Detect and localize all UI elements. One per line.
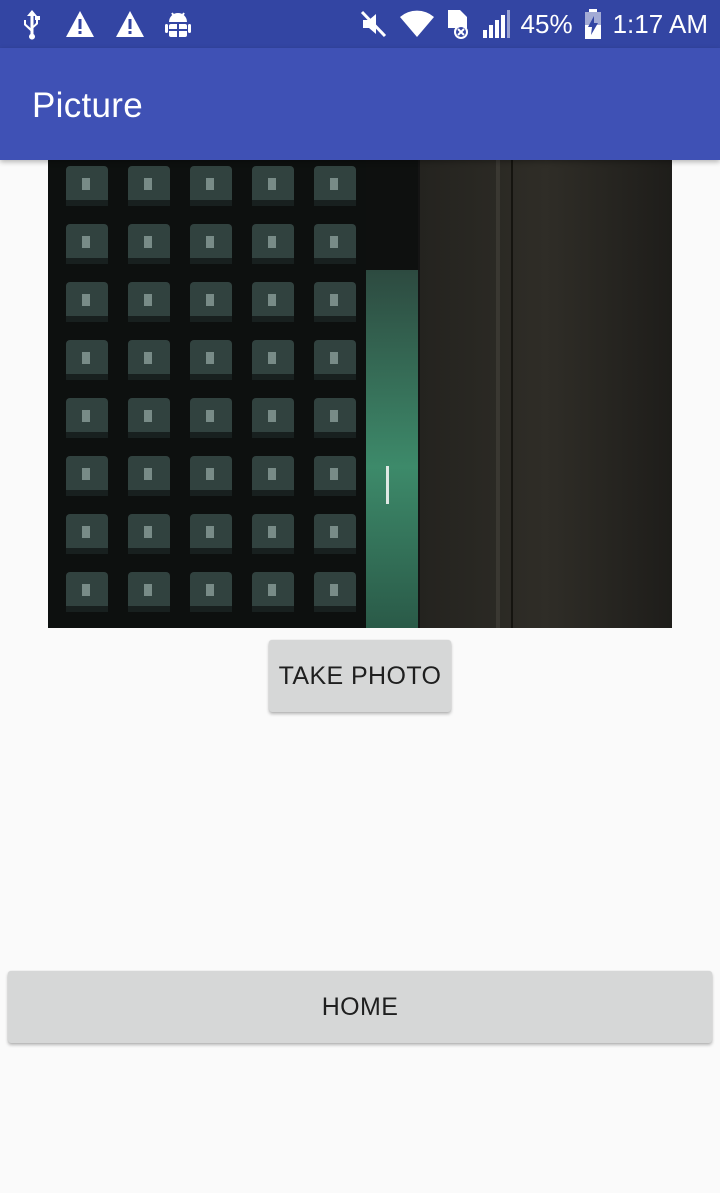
usb-icon bbox=[18, 8, 46, 40]
clock: 1:17 AM bbox=[612, 9, 708, 39]
notification-icons bbox=[18, 8, 192, 40]
take-photo-button[interactable]: TAKE PHOTO bbox=[269, 640, 451, 712]
app-bar: Picture bbox=[0, 48, 720, 160]
battery-charging-icon bbox=[583, 8, 603, 40]
mute-icon bbox=[359, 8, 389, 40]
page-title: Picture bbox=[32, 86, 144, 125]
home-button[interactable]: HOME bbox=[8, 971, 712, 1043]
warning-icon bbox=[114, 8, 146, 40]
signal-icon bbox=[481, 8, 511, 40]
status-bar: 45% 1:17 AM bbox=[0, 0, 720, 48]
android-debug-icon bbox=[164, 8, 192, 40]
battery-percent: 45% bbox=[520, 9, 573, 39]
captured-photo bbox=[48, 160, 672, 628]
warning-icon bbox=[64, 8, 96, 40]
sim-error-icon bbox=[445, 8, 471, 40]
wifi-icon bbox=[399, 8, 435, 40]
keyboard-photo-image bbox=[48, 160, 672, 628]
system-indicators: 45% 1:17 AM bbox=[359, 8, 708, 40]
